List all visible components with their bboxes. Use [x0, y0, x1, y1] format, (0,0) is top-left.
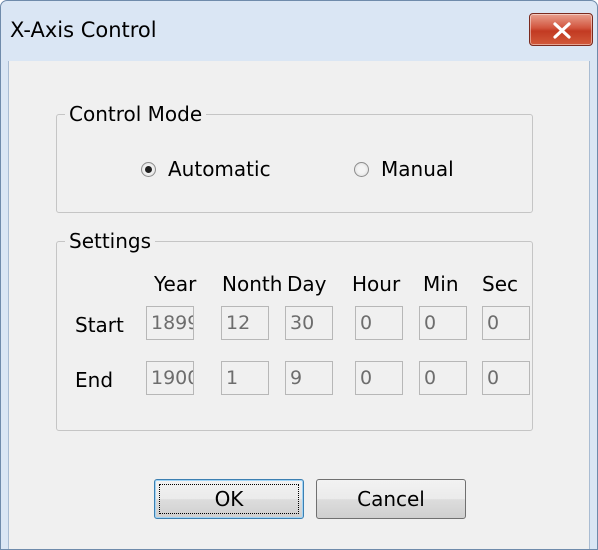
column-header-hour: Hour: [352, 272, 401, 296]
dialog-window: X-Axis Control Control Mode Automatic Ma…: [0, 0, 598, 550]
radio-manual-label: Manual: [381, 157, 454, 181]
column-header-min: Min: [423, 272, 459, 296]
cancel-button[interactable]: Cancel: [316, 479, 466, 519]
end-row-label: End: [75, 368, 114, 392]
dialog-body: Control Mode Automatic Manual Settings Y…: [8, 61, 590, 549]
end-year-field[interactable]: 1900: [146, 361, 194, 395]
settings-group: Settings Year Nonth Day Hour Min Sec Sta…: [56, 228, 533, 431]
radio-automatic-circle[interactable]: [141, 161, 156, 177]
title-bar[interactable]: X-Axis Control: [1, 1, 597, 61]
start-year-field[interactable]: 1899: [146, 306, 194, 340]
end-month-field[interactable]: 1: [221, 361, 269, 395]
end-day-field[interactable]: 9: [285, 361, 333, 395]
column-header-month: Nonth: [222, 272, 283, 296]
radio-manual[interactable]: Manual: [354, 157, 454, 181]
start-month-field[interactable]: 12: [221, 306, 269, 340]
column-header-day: Day: [287, 272, 327, 296]
end-min-field[interactable]: 0: [419, 361, 467, 395]
start-min-field[interactable]: 0: [419, 306, 467, 340]
start-day-field[interactable]: 30: [285, 306, 333, 340]
radio-selected-dot: [145, 165, 152, 173]
end-sec-field[interactable]: 0: [482, 361, 530, 395]
column-header-year: Year: [154, 272, 197, 296]
settings-legend: Settings: [65, 228, 156, 254]
column-header-sec: Sec: [482, 272, 518, 296]
radio-automatic[interactable]: Automatic: [141, 157, 271, 181]
end-hour-field[interactable]: 0: [355, 361, 403, 395]
close-icon: [553, 22, 571, 39]
start-sec-field[interactable]: 0: [482, 306, 530, 340]
window-title: X-Axis Control: [10, 18, 157, 42]
radio-automatic-label: Automatic: [168, 157, 271, 181]
ok-button[interactable]: OK: [154, 479, 304, 519]
radio-manual-circle[interactable]: [354, 161, 369, 177]
start-row-label: Start: [75, 313, 124, 337]
close-button[interactable]: [529, 13, 593, 46]
control-mode-group: Control Mode Automatic Manual: [56, 101, 533, 213]
cancel-button-label: Cancel: [357, 487, 425, 511]
control-mode-legend: Control Mode: [65, 101, 207, 127]
focus-rectangle: [159, 484, 299, 514]
start-hour-field[interactable]: 0: [355, 306, 403, 340]
